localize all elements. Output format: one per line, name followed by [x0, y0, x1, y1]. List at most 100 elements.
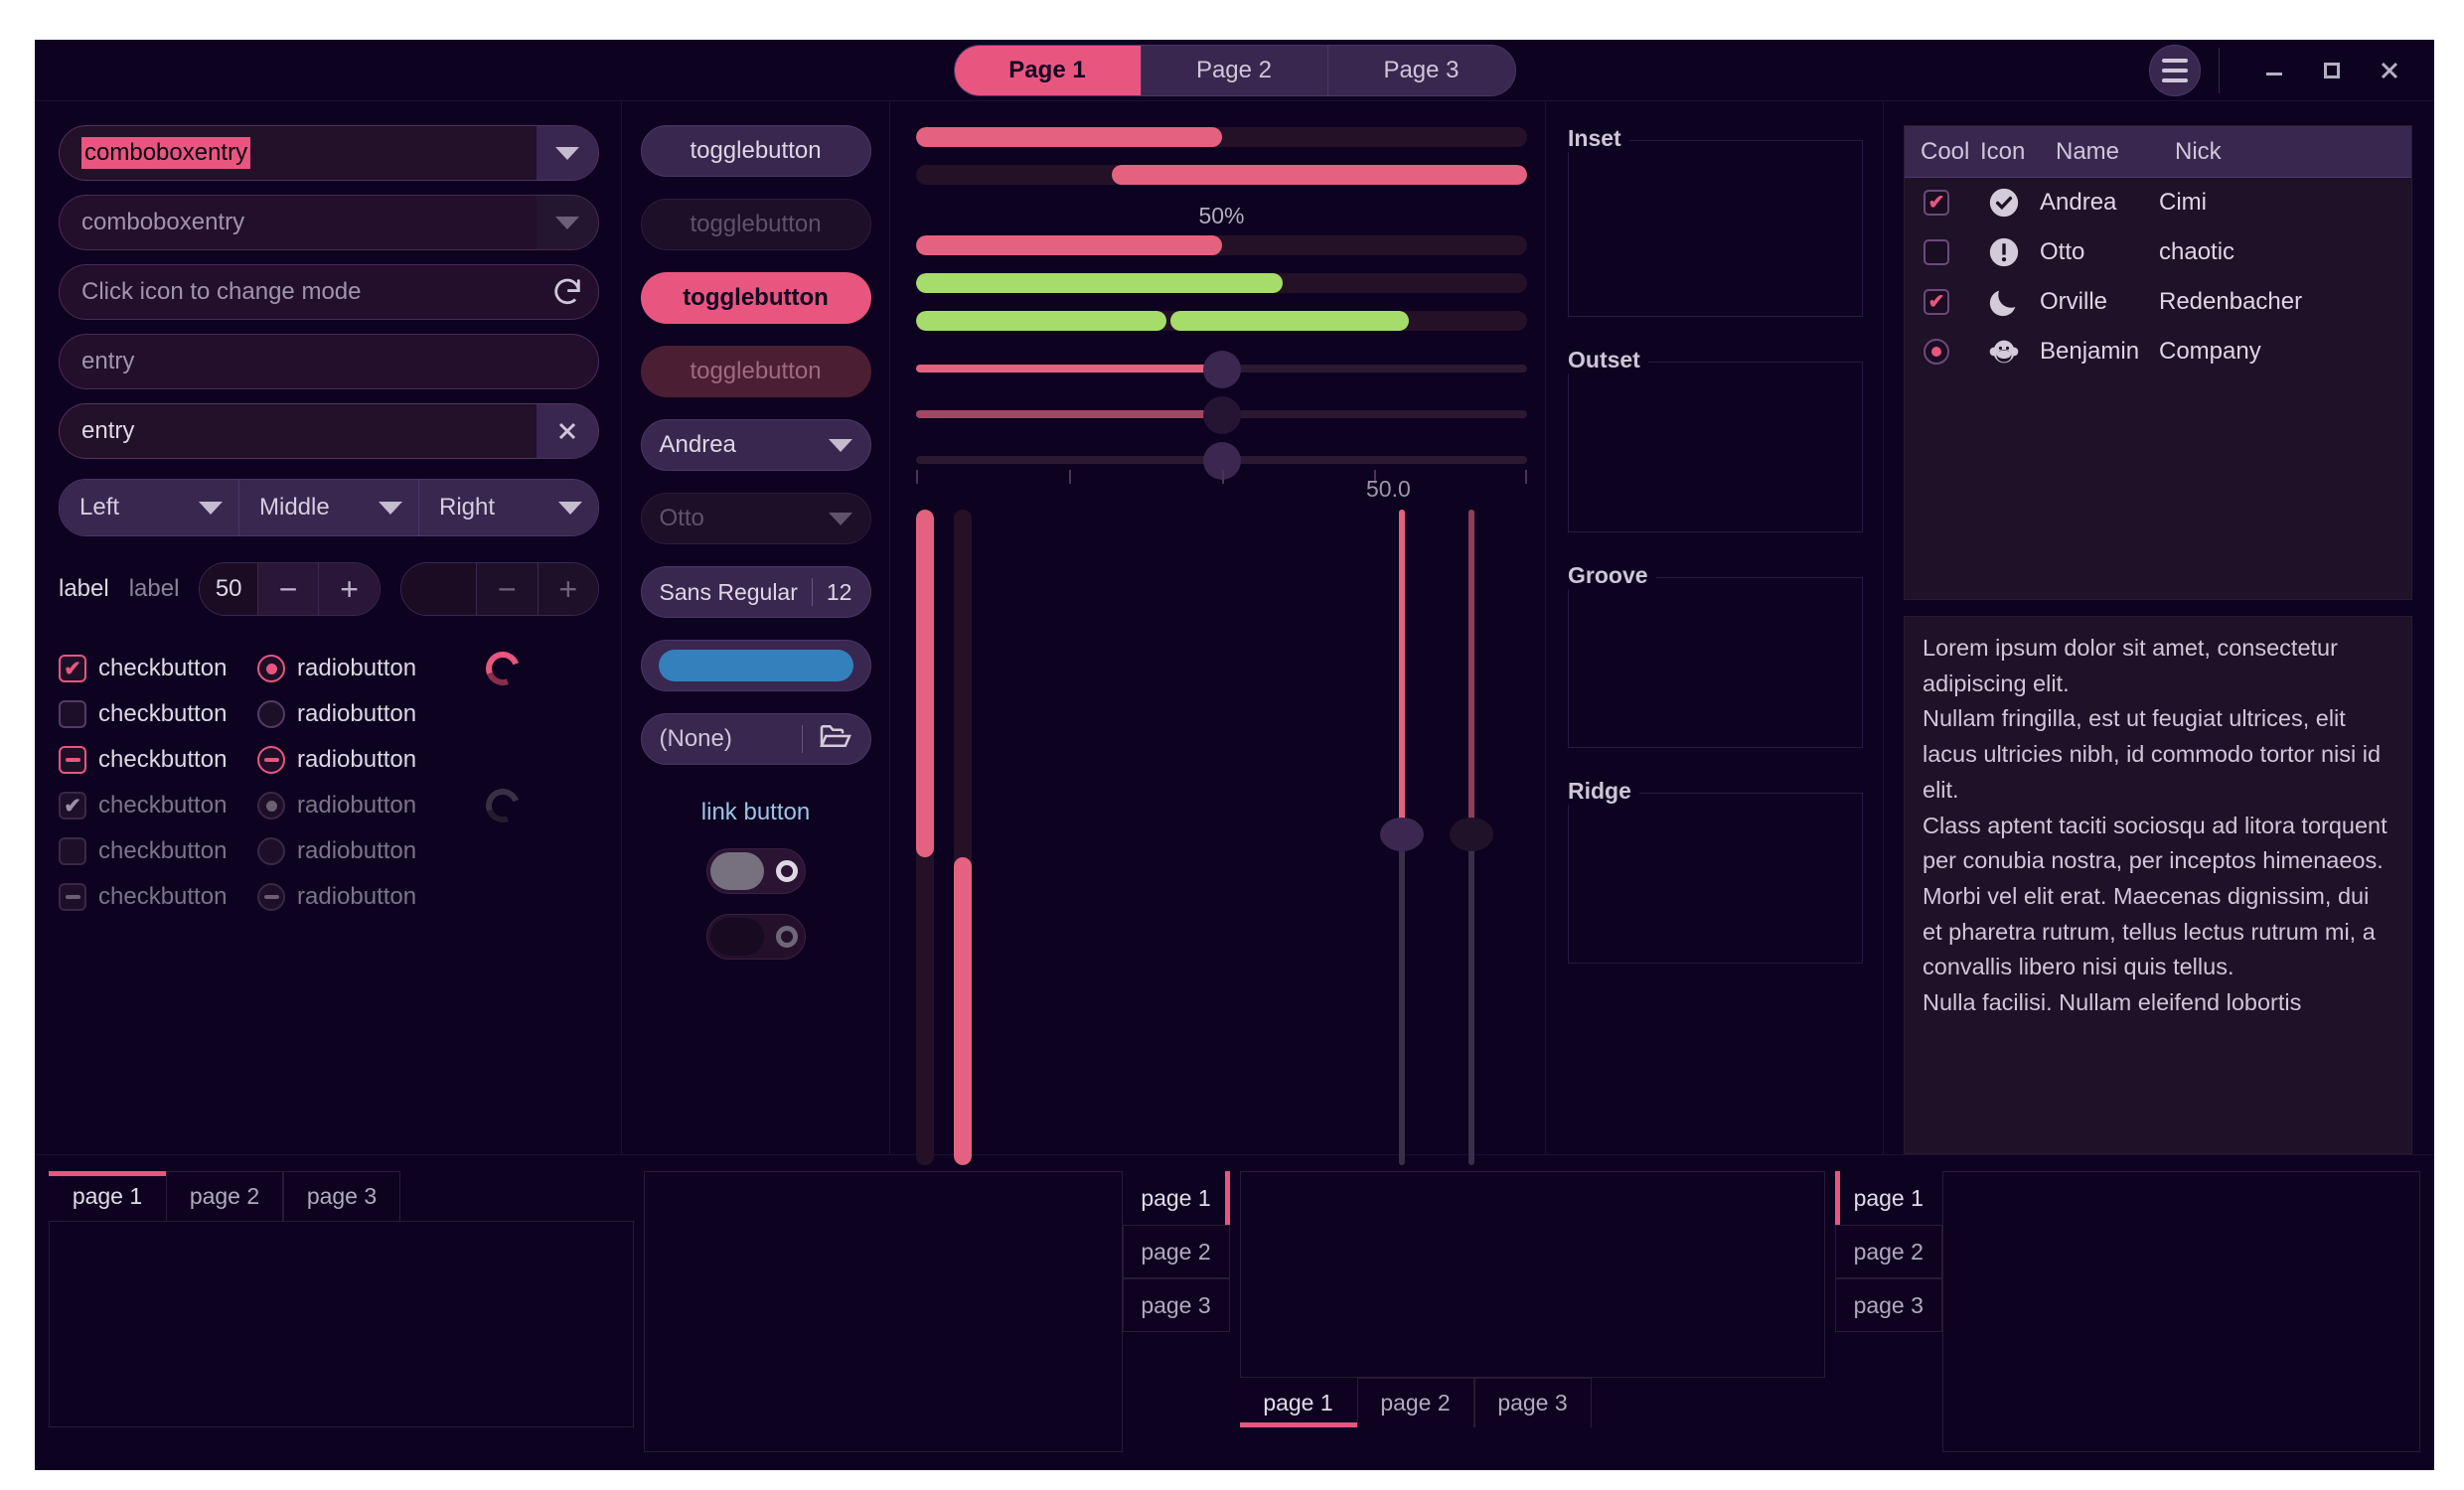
color-button[interactable] — [641, 640, 871, 691]
link-button[interactable]: link button — [701, 799, 810, 826]
combobox-name[interactable]: Andrea — [641, 419, 871, 471]
combo-middle-label: Middle — [259, 494, 379, 522]
togglebutton-normal[interactable]: togglebutton — [641, 125, 871, 177]
checkbutton-row[interactable]: checkbutton — [59, 691, 257, 737]
frame-inset-title: Inset — [1568, 125, 1629, 152]
notebook-right-tab-2[interactable]: page 2 — [1123, 1225, 1230, 1278]
table-row[interactable]: Benjamin Company — [1905, 327, 2411, 376]
notebook-right-tab-1[interactable]: page 1 — [1123, 1171, 1230, 1225]
comboboxentry-active[interactable]: comboboxentry — [59, 125, 599, 181]
notebook-left-tab-1[interactable]: page 1 — [1835, 1171, 1942, 1225]
stack-tab-page-2[interactable]: Page 2 — [1142, 46, 1328, 95]
row-checkbox-checked-icon[interactable]: ✔ — [1924, 289, 1949, 315]
frame-ridge: Ridge — [1568, 778, 1863, 964]
spinbutton-value[interactable]: 50 — [200, 563, 256, 615]
textview[interactable]: Lorem ipsum dolor sit amet, consectetur … — [1904, 616, 2412, 1154]
notebook-bottom-tab-2[interactable]: page 2 — [1357, 1378, 1474, 1427]
maximize-icon[interactable] — [2303, 42, 2361, 99]
row-checkbox-checked-icon[interactable]: ✔ — [1924, 190, 1949, 216]
notebook-right-tab-3[interactable]: page 3 — [1123, 1278, 1230, 1332]
checkbutton-row[interactable]: ✔ checkbutton — [59, 646, 257, 691]
chevron-down-icon — [379, 502, 402, 515]
spinbutton[interactable]: 50 − + — [199, 562, 380, 616]
column-header-cool[interactable]: Cool — [1905, 138, 1968, 166]
switch-on[interactable] — [706, 848, 806, 894]
entry-with-clear[interactable]: entry — [59, 403, 599, 459]
checkbox-inconsistent-icon[interactable] — [59, 746, 86, 774]
checkbox-checked-icon[interactable]: ✔ — [59, 655, 86, 682]
vscale-1-handle[interactable] — [1380, 818, 1424, 851]
levelbar-continuous — [916, 273, 1527, 293]
radiobutton-label: radiobutton — [297, 792, 416, 820]
vscale-2-handle — [1450, 818, 1493, 851]
vscale-1[interactable]: 50.0 — [1370, 510, 1430, 1165]
togglebutton-checked[interactable]: togglebutton — [641, 272, 871, 324]
checkbutton-row[interactable]: checkbutton — [59, 737, 257, 783]
combo-middle[interactable]: Middle — [239, 480, 419, 535]
notebook-tabs-bottom: page 1 page 2 page 3 — [1240, 1171, 1825, 1452]
combo-left[interactable]: Left — [60, 480, 239, 535]
textview-paragraph: Class aptent taciti sociosqu ad litora t… — [1923, 809, 2393, 879]
combobox-name-disabled-value: Otto — [660, 505, 829, 532]
switch-off[interactable] — [706, 914, 806, 960]
chevron-down-icon[interactable] — [537, 196, 598, 249]
radiobutton-row[interactable]: radiobutton — [257, 691, 486, 737]
textview-paragraph: Morbi vel elit erat. Maecenas dignissim,… — [1923, 879, 2393, 985]
table-row[interactable]: ✔ Andrea Cimi — [1905, 178, 2411, 227]
combobox-name-value: Andrea — [660, 431, 829, 459]
spinbutton-plus[interactable]: + — [318, 563, 379, 615]
stack-tab-page-3[interactable]: Page 3 — [1328, 46, 1515, 95]
radiobutton-row[interactable]: radiobutton — [257, 646, 486, 691]
notebook-tabs-left: page 1 page 2 page 3 — [1835, 1171, 2420, 1452]
minimize-icon[interactable] — [2245, 42, 2303, 99]
hscale-1[interactable] — [916, 349, 1527, 388]
notebooks-row: page 1 page 2 page 3 page 1 page 2 page … — [35, 1154, 2434, 1462]
close-icon[interactable] — [2361, 42, 2418, 99]
radiobutton-row-disabled: radiobutton — [257, 783, 486, 828]
notebook-bottom-tab-3[interactable]: page 3 — [1474, 1378, 1592, 1427]
notebook-bottom-tab-1[interactable]: page 1 — [1240, 1378, 1357, 1427]
column-header-name[interactable]: Name — [2040, 138, 2159, 166]
refresh-icon[interactable] — [537, 275, 598, 309]
comboboxentry-disabled[interactable]: comboboxentry — [59, 195, 599, 250]
hamburger-menu-icon[interactable] — [2149, 45, 2201, 96]
clear-icon[interactable] — [537, 404, 598, 458]
chevron-down-icon[interactable] — [537, 126, 598, 180]
file-chooser-button[interactable]: (None) — [641, 713, 871, 765]
row-checkbox-unchecked-icon[interactable] — [1924, 239, 1949, 265]
checkbox-unchecked-icon[interactable] — [59, 700, 86, 728]
levelbar-discrete — [916, 311, 1527, 331]
notebook-left-body — [1942, 1171, 2420, 1452]
column-header-icon[interactable]: Icon — [1968, 138, 2040, 166]
row-radio-selected-icon[interactable] — [1924, 339, 1949, 365]
spinbutton-minus[interactable]: − — [257, 563, 318, 615]
combo-right[interactable]: Right — [419, 480, 598, 535]
table-row[interactable]: ✔ Orville Redenbacher — [1905, 277, 2411, 327]
checkbox-inconsistent-disabled-icon — [59, 883, 86, 911]
radio-selected-icon[interactable] — [257, 655, 285, 682]
color-swatch — [659, 650, 853, 681]
checkbutton-label: checkbutton — [98, 883, 227, 911]
entry-placeholder-field[interactable]: entry — [59, 334, 599, 389]
app-window: Page 1 Page 2 Page 3 comboboxentry — [35, 40, 2434, 1470]
notebook-top-tab-3[interactable]: page 3 — [283, 1171, 400, 1221]
hscale-2-handle — [1203, 396, 1241, 434]
radiobutton-row[interactable]: radiobutton — [257, 737, 486, 783]
notebook-left-tab-2[interactable]: page 2 — [1835, 1225, 1942, 1278]
combo-button-row: Left Middle Right — [59, 479, 599, 536]
notebook-left-tab-3[interactable]: page 3 — [1835, 1278, 1942, 1332]
hscale-3-with-marks[interactable] — [916, 440, 1527, 480]
stack-tab-page-1[interactable]: Page 1 — [955, 46, 1142, 95]
table-row[interactable]: Otto chaotic — [1905, 227, 2411, 277]
radio-inconsistent-icon[interactable] — [257, 746, 285, 774]
column-header-nick[interactable]: Nick — [2159, 138, 2411, 166]
font-button[interactable]: Sans Regular 12 — [641, 566, 871, 618]
notebook-top-tab-1[interactable]: page 1 — [49, 1171, 166, 1221]
row-nick: Redenbacher — [2159, 288, 2411, 316]
treeview[interactable]: Cool Icon Name Nick ✔ Andrea Cimi — [1904, 125, 2412, 600]
notebook-top-tab-2[interactable]: page 2 — [166, 1171, 283, 1221]
comboboxentry-text: comboboxentry — [81, 137, 250, 169]
hscale-1-handle[interactable] — [1203, 351, 1241, 388]
icon-entry[interactable]: Click icon to change mode — [59, 264, 599, 320]
radio-unselected-icon[interactable] — [257, 700, 285, 728]
